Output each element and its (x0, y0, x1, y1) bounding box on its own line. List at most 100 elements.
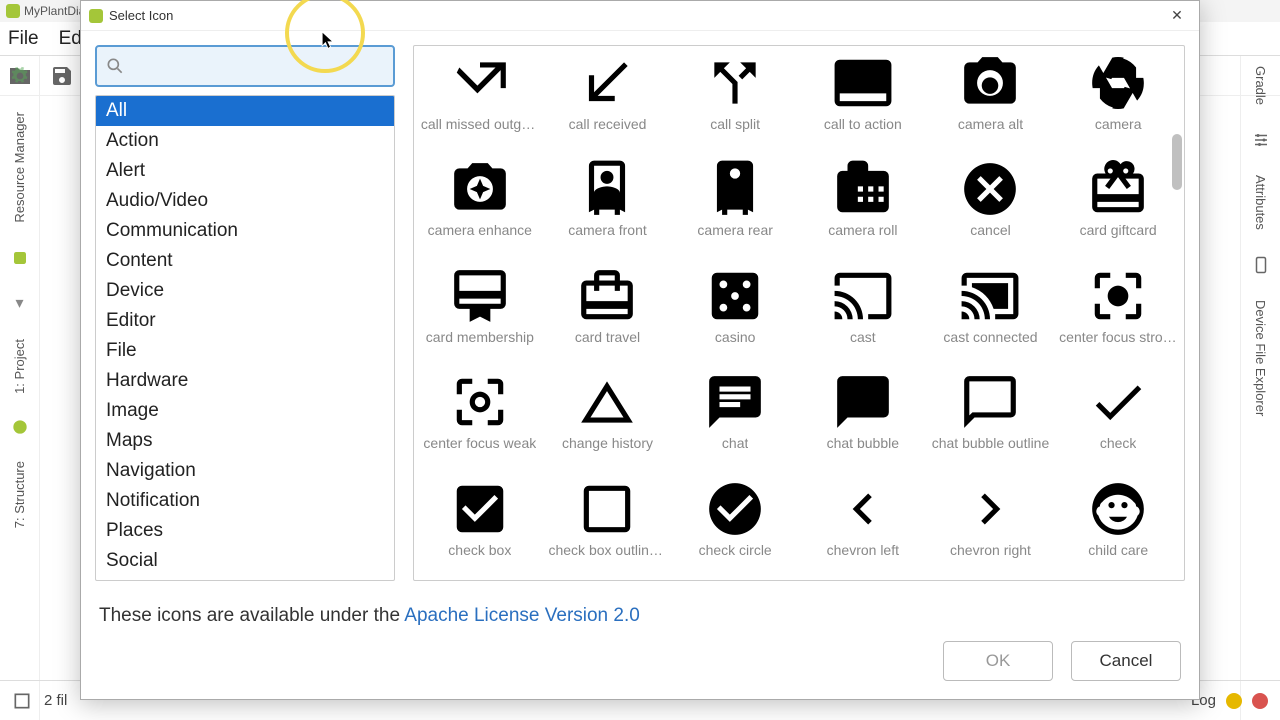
icon-camera[interactable]: camera (1054, 48, 1182, 153)
icon-label: check (1100, 435, 1137, 451)
cancel-icon (959, 158, 1021, 220)
right-tab-gradle[interactable]: Gradle (1253, 66, 1268, 105)
license-text: These icons are available under the Apac… (99, 605, 1181, 627)
icon-grid-scrollbar[interactable] (1170, 46, 1184, 580)
left-tab-resource-manager[interactable]: Resource Manager (12, 112, 27, 223)
category-item-image[interactable]: Image (96, 396, 394, 426)
icon-label: call received (569, 116, 647, 132)
right-tab-attributes[interactable]: Attributes (1253, 175, 1268, 230)
icon-check[interactable]: check (1054, 367, 1182, 472)
icon-card-giftcard[interactable]: card giftcard (1054, 154, 1182, 259)
icon-center-focus-strong[interactable]: center focus strong (1054, 261, 1182, 366)
left-tab-structure[interactable]: 7: Structure (12, 461, 27, 528)
icon-chat-bubble[interactable]: chat bubble (799, 367, 927, 472)
icon-label: card membership (426, 329, 534, 345)
icon-check-box[interactable]: check box (416, 474, 544, 579)
category-item-communication[interactable]: Communication (96, 216, 394, 246)
icon-casino[interactable]: casino (671, 261, 799, 366)
phone-icon[interactable] (1252, 256, 1270, 274)
android-badge-icon (12, 419, 28, 435)
camera-enhance-icon (449, 158, 511, 220)
icon-card-membership[interactable]: card membership (416, 261, 544, 366)
check-box-icon (449, 478, 511, 540)
icon-call-missed-outgoing[interactable]: call missed outgoing (416, 48, 544, 153)
category-item-navigation[interactable]: Navigation (96, 456, 394, 486)
ok-button[interactable]: OK (943, 641, 1053, 681)
warning-indicator-icon[interactable] (1226, 693, 1242, 709)
icon-camera-enhance[interactable]: camera enhance (416, 154, 544, 259)
category-item-audio-video[interactable]: Audio/Video (96, 186, 394, 216)
camera-roll-icon (832, 158, 894, 220)
category-item-content[interactable]: Content (96, 246, 394, 276)
icon-check-circle[interactable]: check circle (671, 474, 799, 579)
icon-chat-bubble-outline[interactable]: chat bubble outline (927, 367, 1055, 472)
category-item-maps[interactable]: Maps (96, 426, 394, 456)
category-item-all[interactable]: All (96, 96, 394, 126)
call-received-icon (576, 52, 638, 114)
icon-label: center focus weak (423, 435, 536, 451)
icon-label: casino (715, 329, 755, 345)
category-item-notification[interactable]: Notification (96, 486, 394, 516)
icon-camera-roll[interactable]: camera roll (799, 154, 927, 259)
icon-grid[interactable]: call missed outgoing call received call sp… (414, 46, 1184, 580)
icon-label: check box outline blank (548, 542, 666, 558)
icon-card-travel[interactable]: card travel (544, 261, 672, 366)
category-item-editor[interactable]: Editor (96, 306, 394, 336)
icon-label: card travel (575, 329, 640, 345)
right-tab-device-file-explorer[interactable]: Device File Explorer (1253, 300, 1268, 416)
save-icon[interactable] (50, 64, 74, 88)
icon-cancel[interactable]: cancel (927, 154, 1055, 259)
dialog-title: Select Icon (109, 8, 173, 23)
icon-chevron-left[interactable]: chevron left (799, 474, 927, 579)
icon-label: chevron left (827, 542, 899, 558)
icon-change-history[interactable]: change history (544, 367, 672, 472)
casino-icon (704, 265, 766, 327)
icon-call-to-action[interactable]: call to action (799, 48, 927, 153)
icon-label: change history (562, 435, 653, 451)
icon-label: chat bubble outline (932, 435, 1050, 451)
category-list[interactable]: AllActionAlertAudio/VideoCommunicationCo… (95, 95, 395, 581)
category-item-hardware[interactable]: Hardware (96, 366, 394, 396)
cancel-button[interactable]: Cancel (1071, 641, 1181, 681)
left-tab-project[interactable]: 1: Project (12, 339, 27, 394)
icon-call-split[interactable]: call split (671, 48, 799, 153)
icon-child-care[interactable]: child care (1054, 474, 1182, 579)
icon-camera-rear[interactable]: camera rear (671, 154, 799, 259)
icon-cast-connected[interactable]: cast connected (927, 261, 1055, 366)
menu-file[interactable]: File (8, 28, 39, 50)
icon-call-received[interactable]: call received (544, 48, 672, 153)
search-icon (105, 56, 125, 76)
icon-label: chat bubble (827, 435, 899, 451)
category-item-device[interactable]: Device (96, 276, 394, 306)
android-icon-small[interactable] (11, 249, 29, 267)
category-item-alert[interactable]: Alert (96, 156, 394, 186)
dialog-titlebar: Select Icon ✕ (81, 1, 1199, 31)
category-item-toggle[interactable]: Toggle (96, 576, 394, 581)
call-to-action-icon (832, 52, 894, 114)
icon-label: check circle (699, 542, 772, 558)
icon-label: camera alt (958, 116, 1023, 132)
icon-cast[interactable]: cast (799, 261, 927, 366)
icon-search-input[interactable] (95, 45, 395, 87)
category-item-places[interactable]: Places (96, 516, 394, 546)
dialog-close-button[interactable]: ✕ (1163, 6, 1191, 26)
category-item-file[interactable]: File (96, 336, 394, 366)
chat-icon (704, 371, 766, 433)
license-link[interactable]: Apache License Version 2.0 (404, 605, 640, 626)
status-files: 2 fil (44, 692, 67, 709)
card-giftcard-icon (1087, 158, 1149, 220)
icon-label: camera front (568, 222, 647, 238)
center-focus-strong-icon (1087, 265, 1149, 327)
error-indicator-icon[interactable] (1252, 693, 1268, 709)
category-item-social[interactable]: Social (96, 546, 394, 576)
sliders-icon[interactable] (1252, 131, 1270, 149)
icon-check-box-outline[interactable]: check box outline blank (544, 474, 672, 579)
icon-camera-front[interactable]: camera front (544, 154, 672, 259)
icon-camera-alt[interactable]: camera alt (927, 48, 1055, 153)
card-travel-icon (576, 265, 638, 327)
icon-chevron-right[interactable]: chevron right (927, 474, 1055, 579)
icon-center-focus-weak[interactable]: center focus weak (416, 367, 544, 472)
gear-icon[interactable] (10, 66, 30, 86)
icon-chat[interactable]: chat (671, 367, 799, 472)
category-item-action[interactable]: Action (96, 126, 394, 156)
